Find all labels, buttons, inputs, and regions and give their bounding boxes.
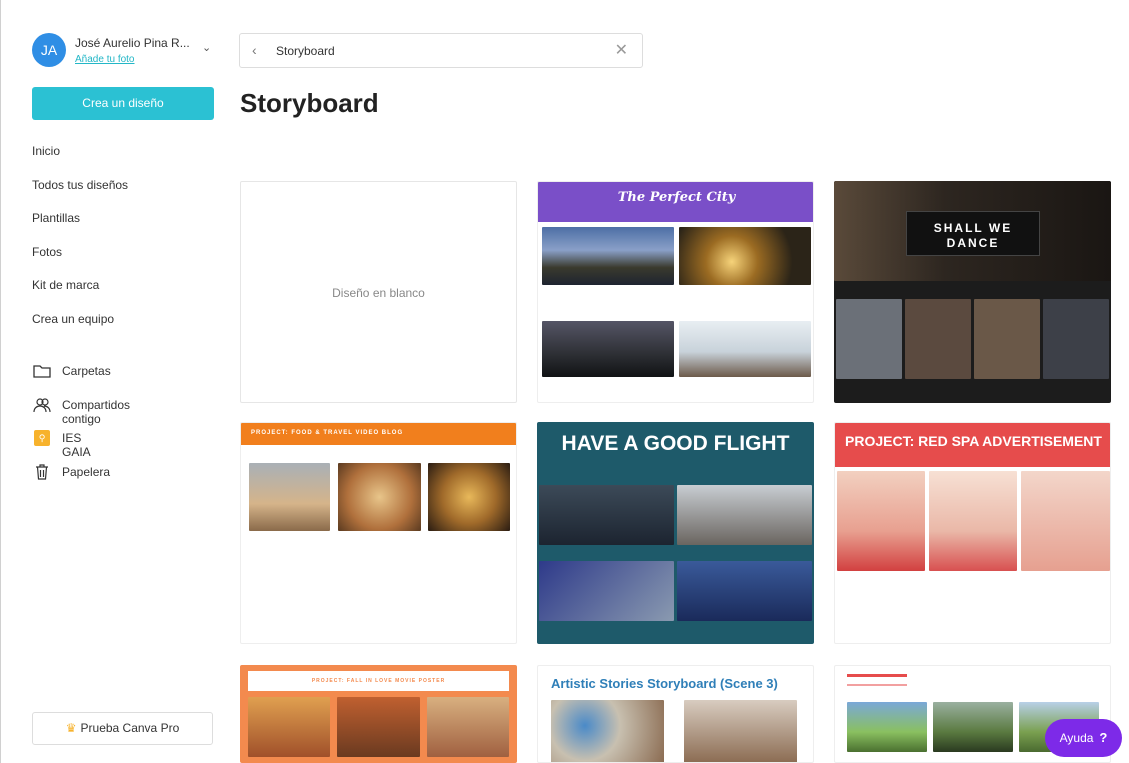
autumn-photo: [248, 697, 330, 757]
trash-icon: [32, 463, 52, 481]
template-card-perfect-city[interactable]: The Perfect City: [537, 181, 814, 403]
template-card-food-travel[interactable]: PROJECT: FOOD & TRAVEL VIDEO BLOG: [240, 422, 517, 644]
template-card-shall-we-dance[interactable]: SHALL WE DANCE: [834, 181, 1111, 403]
landscape-photo: [847, 702, 927, 752]
nav-label: IES GAIA: [62, 431, 91, 459]
question-icon: ?: [1099, 730, 1108, 745]
spa-photo: [929, 471, 1017, 571]
landscape-photo: [933, 702, 1013, 752]
friends-photo: [679, 321, 811, 377]
template-title: PROJECT: FALL IN LOVE MOVIE POSTER: [311, 678, 446, 684]
template-title: PROJECT: FOOD & TRAVEL VIDEO BLOG: [251, 430, 404, 436]
portrait-photo: [905, 299, 971, 379]
flight-attendant-photo: [539, 561, 674, 621]
search-input[interactable]: [276, 42, 596, 60]
paint-photo: [551, 700, 664, 762]
template-header: PROJECT: FALL IN LOVE MOVIE POSTER: [248, 671, 509, 691]
template-title: HAVE A GOOD FLIGHT: [561, 432, 790, 455]
crew-photo: [677, 561, 812, 621]
folder-icon: [32, 362, 52, 380]
nav-label: Carpetas: [62, 364, 111, 378]
template-header: The Perfect City: [538, 182, 813, 222]
close-icon[interactable]: ✕: [615, 40, 628, 60]
template-header: PROJECT: RED SPA ADVERTISEMENT: [835, 423, 1110, 467]
pro-label: Prueba Canva Pro: [80, 721, 180, 735]
food-photo: [428, 463, 510, 531]
nav-label: Papelera: [62, 464, 111, 479]
team-badge-icon: ⚲: [32, 429, 52, 447]
create-design-button[interactable]: Crea un diseño: [32, 87, 214, 120]
sidebar: JA José Aurelio Pina R... Añade tu foto …: [0, 0, 228, 763]
canva-app: JA José Aurelio Pina R... Añade tu foto …: [0, 0, 1129, 763]
user-profile[interactable]: JA José Aurelio Pina R... Añade tu foto …: [32, 33, 217, 69]
crowd-photo: [542, 321, 674, 377]
try-canva-pro-button[interactable]: ♛ Prueba Canva Pro: [32, 712, 213, 745]
main-nav: Inicio Todos tus diseños Plantillas Foto…: [32, 141, 128, 343]
page-title: Storyboard: [240, 88, 379, 118]
nav-label: Compartidos contigo: [62, 397, 131, 426]
avatar[interactable]: JA: [32, 33, 66, 67]
help-label: Ayuda: [1059, 731, 1094, 745]
nav-item-create-team[interactable]: Crea un equipo: [32, 309, 128, 343]
nav-item-inicio[interactable]: Inicio: [32, 141, 128, 175]
spa-photo: [1021, 471, 1110, 571]
template-card-red-spa[interactable]: PROJECT: RED SPA ADVERTISEMENT: [834, 422, 1111, 644]
crown-icon: ♛: [65, 721, 77, 735]
passenger-photo: [677, 485, 812, 545]
food-photo: [338, 463, 421, 531]
nav-item-brand-kit[interactable]: Kit de marca: [32, 275, 128, 309]
search-bar: ‹ ✕: [239, 33, 643, 68]
city-lights-photo: [679, 227, 811, 285]
template-header: PROJECT: FOOD & TRAVEL VIDEO BLOG: [241, 423, 516, 445]
chevron-down-icon[interactable]: ⌄: [202, 41, 211, 54]
template-card-fall-in-love[interactable]: PROJECT: FALL IN LOVE MOVIE POSTER: [240, 665, 517, 763]
portrait-photo: [974, 299, 1040, 379]
airplane-cabin-photo: [539, 485, 674, 545]
brushes-photo: [684, 700, 797, 762]
add-photo-link[interactable]: Añade tu foto: [75, 54, 135, 65]
food-photo: [249, 463, 330, 531]
nav-item-all-designs[interactable]: Todos tus diseños: [32, 175, 128, 209]
template-header-line: [847, 684, 907, 686]
template-title: PROJECT: RED SPA ADVERTISEMENT: [845, 433, 1102, 449]
template-title: SHALL WE DANCE: [906, 211, 1040, 256]
spa-photo: [837, 471, 925, 571]
blank-design-label: Diseño en blanco: [332, 286, 425, 300]
city-photo: [542, 227, 674, 285]
user-name[interactable]: José Aurelio Pina R...: [75, 36, 190, 50]
template-card-artistic-stories[interactable]: Artistic Stories Storyboard (Scene 3): [537, 665, 814, 763]
back-icon[interactable]: ‹: [252, 42, 257, 58]
template-card-good-flight[interactable]: HAVE A GOOD FLIGHT: [537, 422, 814, 644]
autumn-photo: [337, 697, 420, 757]
people-icon: [32, 396, 52, 414]
portrait-photo: [1043, 299, 1109, 379]
help-button[interactable]: Ayuda?: [1045, 719, 1122, 757]
eye-photo: [836, 299, 902, 379]
autumn-photo: [427, 697, 509, 757]
template-title: Artistic Stories Storyboard (Scene 3): [551, 676, 778, 691]
nav-item-photos[interactable]: Fotos: [32, 242, 128, 276]
template-header-line: [847, 674, 907, 677]
template-title: The Perfect City: [617, 190, 736, 205]
nav-item-templates[interactable]: Plantillas: [32, 208, 128, 242]
blank-design-card[interactable]: Diseño en blanco: [240, 181, 517, 403]
